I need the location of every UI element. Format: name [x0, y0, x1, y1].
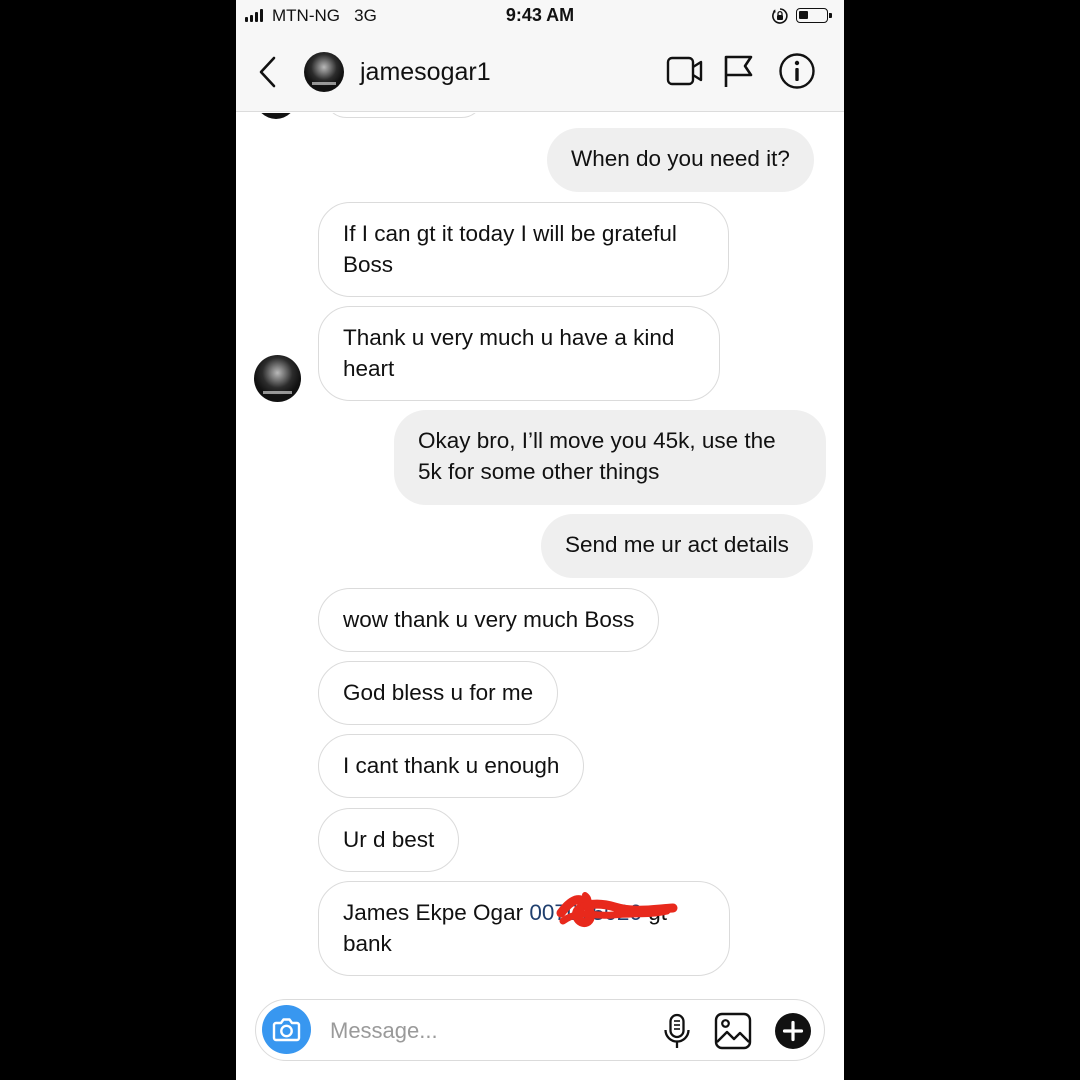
- video-camera-icon[interactable]: [666, 54, 704, 88]
- message-composer: [255, 999, 825, 1061]
- gallery-icon[interactable]: [714, 1012, 752, 1050]
- camera-icon: [272, 1018, 301, 1042]
- avatar[interactable]: [254, 355, 301, 402]
- message-bubble-incoming[interactable]: I cant thank u enough: [318, 734, 585, 798]
- message-bubble-outgoing[interactable]: Okay bro, I’ll move you 45k, use the 5k …: [394, 410, 826, 505]
- battery-icon: [796, 8, 832, 23]
- message-bubble-incoming[interactable]: If I can gt it today I will be grateful …: [318, 202, 729, 297]
- lock-rotation-icon: [772, 8, 788, 24]
- account-number-visible: 00: [529, 900, 555, 925]
- message-bubble-incoming[interactable]: Thank u very much u have a kind heart: [318, 306, 720, 401]
- message-bubble-outgoing[interactable]: Send me ur act details: [541, 514, 813, 578]
- microphone-icon[interactable]: [662, 1013, 692, 1051]
- redaction-scribble: [556, 892, 678, 927]
- message-bubble-incoming-account[interactable]: James Ekpe Ogar 007075020 gt bank: [318, 881, 730, 976]
- status-bar: MTN-NG 3G 9:43 AM: [236, 0, 844, 32]
- plus-icon[interactable]: [774, 1012, 812, 1050]
- chat-header: jamesogar1: [236, 32, 844, 112]
- message-bubble-incoming[interactable]: God bless u for me: [318, 661, 559, 725]
- phone-screen: MTN-NG 3G 9:43 AM jamesogar1 When do you…: [236, 0, 844, 1080]
- message-bubble-incoming[interactable]: Ur d best: [318, 808, 460, 872]
- message-bubble-partial: [324, 113, 484, 118]
- message-thread[interactable]: When do you need it? If I can gt it toda…: [236, 113, 844, 993]
- chevron-left-icon[interactable]: [256, 54, 280, 90]
- clock: 9:43 AM: [505, 5, 575, 25]
- flag-icon[interactable]: [722, 53, 754, 89]
- message-input[interactable]: [328, 1008, 632, 1054]
- message-bubble-outgoing[interactable]: When do you need it?: [547, 128, 814, 192]
- avatar[interactable]: [304, 52, 344, 92]
- camera-button[interactable]: [262, 1005, 311, 1054]
- message-bubble-incoming[interactable]: wow thank u very much Boss: [318, 588, 660, 652]
- info-icon[interactable]: [778, 52, 816, 90]
- chat-username[interactable]: jamesogar1: [360, 58, 491, 87]
- account-name-text: James Ekpe Ogar: [343, 900, 530, 925]
- avatar: [256, 113, 296, 119]
